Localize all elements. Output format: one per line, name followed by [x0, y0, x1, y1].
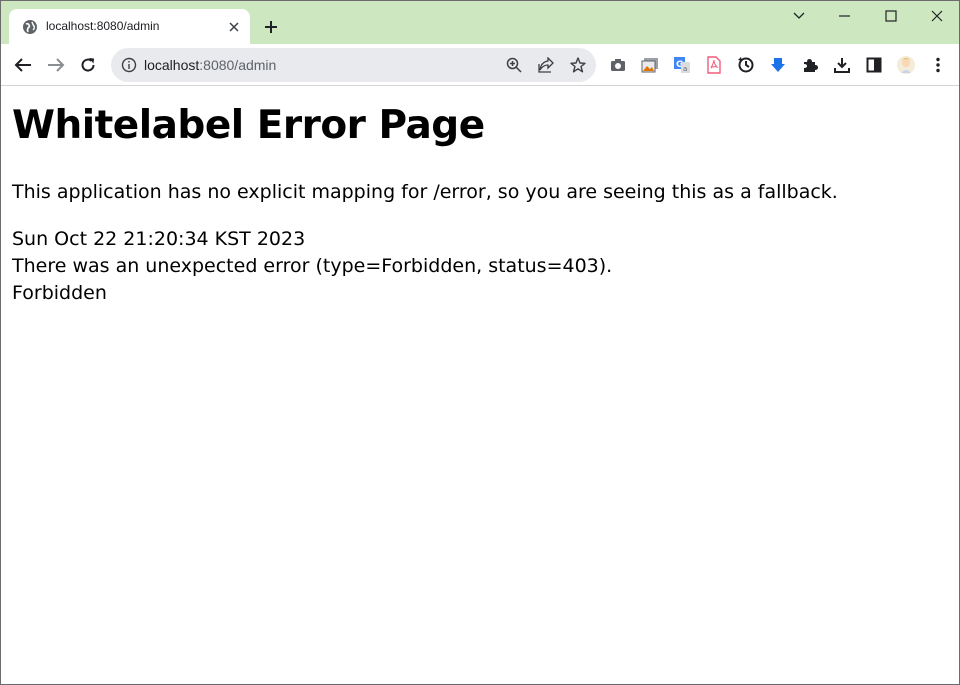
toolbar: localhost:8080/admin G a	[1, 44, 959, 86]
zoom-icon[interactable]	[503, 54, 525, 76]
minimize-icon[interactable]	[833, 5, 857, 27]
error-message: This application has no explicit mapping…	[12, 181, 838, 203]
back-icon[interactable]	[10, 52, 36, 78]
svg-text:a: a	[683, 65, 687, 73]
plus-icon[interactable]	[260, 16, 282, 38]
download-icon[interactable]	[829, 52, 855, 78]
maximize-icon[interactable]	[879, 5, 903, 27]
side-panel-icon[interactable]	[861, 52, 887, 78]
profile-avatar[interactable]	[893, 52, 919, 78]
reload-icon[interactable]	[75, 52, 101, 78]
star-icon[interactable]	[567, 54, 589, 76]
download-arrow-icon[interactable]	[765, 52, 791, 78]
puzzle-icon[interactable]	[797, 52, 823, 78]
tab-strip: localhost:8080/admin	[1, 1, 959, 44]
camera-icon[interactable]	[605, 52, 631, 78]
globe-icon	[22, 19, 38, 35]
translate-icon[interactable]: Ga	[669, 52, 695, 78]
page-content: Whitelabel Error Page This application h…	[1, 87, 959, 684]
close-icon[interactable]	[925, 5, 949, 27]
tab-active[interactable]: localhost:8080/admin	[9, 9, 250, 44]
share-icon[interactable]	[535, 54, 557, 76]
sync-icon[interactable]	[733, 52, 759, 78]
url-path: :8080/admin	[199, 57, 277, 73]
page-title: Whitelabel Error Page	[12, 103, 485, 148]
pdf-icon[interactable]	[701, 52, 727, 78]
chevron-down-icon[interactable]	[787, 5, 811, 27]
browser-window: localhost:8080/admin localhost:8080/admi…	[0, 0, 960, 685]
url-text[interactable]: localhost:8080/admin	[144, 57, 276, 73]
error-description: There was an unexpected error (type=Forb…	[12, 255, 613, 277]
info-icon[interactable]	[121, 57, 137, 73]
error-detail: Forbidden	[12, 282, 107, 304]
close-icon[interactable]	[225, 18, 243, 36]
tab-title: localhost:8080/admin	[46, 19, 160, 33]
url-host: localhost	[144, 57, 200, 73]
forward-icon[interactable]	[43, 52, 69, 78]
kebab-menu-icon[interactable]	[925, 52, 951, 78]
address-bar[interactable]: localhost:8080/admin	[111, 48, 596, 82]
error-timestamp: Sun Oct 22 21:20:34 KST 2023	[12, 228, 306, 250]
image-icon[interactable]	[637, 52, 663, 78]
